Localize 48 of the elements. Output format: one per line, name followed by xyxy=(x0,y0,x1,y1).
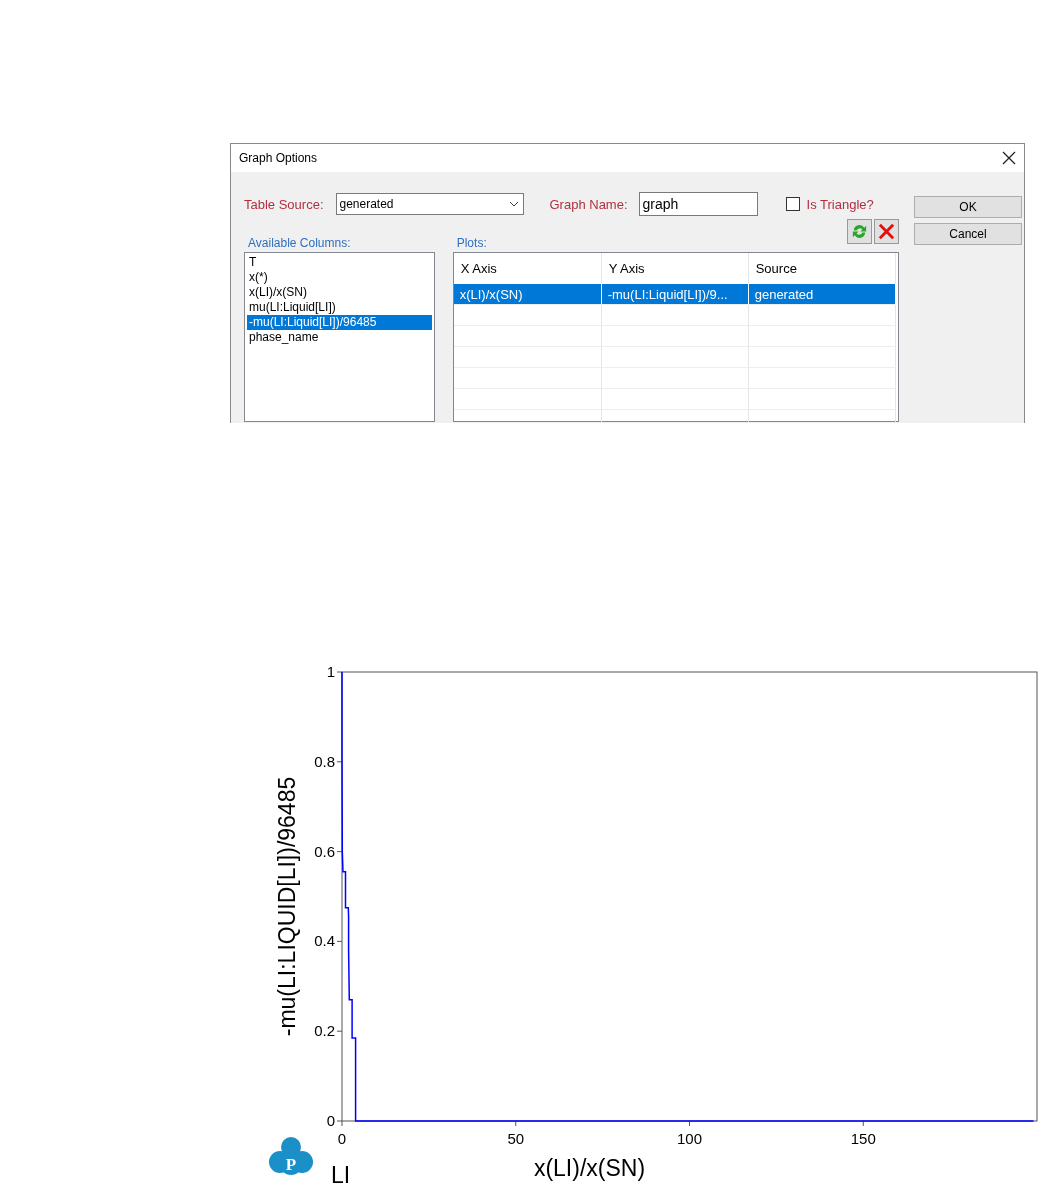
refresh-icon xyxy=(850,222,869,241)
dialog-button[interactable]: Cancel xyxy=(914,223,1022,245)
section-label: Plots: xyxy=(456,236,488,250)
series-label: LI xyxy=(331,1162,351,1188)
table-source-dropdown[interactable]: generated xyxy=(335,193,524,215)
caret-icon xyxy=(508,201,519,207)
section-label: Available Columns: xyxy=(248,236,352,250)
table-cell[interactable]: x(LI)/x(SN) xyxy=(453,284,602,305)
x-tick xyxy=(862,1120,864,1127)
list-item[interactable]: T xyxy=(247,255,432,270)
dialog-button[interactable]: OK xyxy=(914,196,1022,218)
list-item[interactable]: -mu(LI:Liquid[LI])/96485 xyxy=(247,315,432,330)
tick-label: 0.2 xyxy=(314,1022,335,1040)
tick-label: 0 xyxy=(337,1130,347,1147)
y-tick xyxy=(336,940,343,942)
tick-label: 0.8 xyxy=(314,752,335,770)
list-item[interactable]: x(LI)/x(SN) xyxy=(247,285,432,300)
y-tick xyxy=(336,1030,343,1032)
x-axis-title: x(LI)/x(SN) xyxy=(533,1155,646,1181)
y-axis-title: -mu(LI:LIQUID[LI])/96485 xyxy=(274,776,300,1037)
y-tick xyxy=(336,1120,343,1122)
graph-name-field[interactable]: graph xyxy=(638,192,758,216)
close-icon xyxy=(877,222,896,241)
y-tick xyxy=(336,851,343,853)
delete-button[interactable] xyxy=(874,219,899,244)
tick-label: 0.4 xyxy=(314,932,335,950)
field-label: Table Source: xyxy=(244,196,324,212)
close-icon[interactable] xyxy=(1002,151,1016,165)
window-title: Graph Options xyxy=(239,151,318,165)
x-tick xyxy=(689,1120,690,1127)
tick-label: 1 xyxy=(326,663,335,680)
tick-label: 150 xyxy=(850,1130,876,1147)
x-tick xyxy=(341,1120,343,1127)
checkbox-label: Is Triangle? xyxy=(806,196,874,212)
list-item[interactable]: x(*) xyxy=(247,270,432,285)
field-label: Graph Name: xyxy=(549,196,628,212)
list-item[interactable]: phase_name xyxy=(247,330,432,345)
list-item[interactable]: mu(LI:Liquid[LI]) xyxy=(247,300,432,315)
table-cell[interactable]: -mu(LI:Liquid[LI])/9... xyxy=(601,284,749,305)
y-tick xyxy=(336,761,343,763)
tick-label: 50 xyxy=(507,1130,525,1147)
tick-label: 0.6 xyxy=(314,842,335,860)
tick-label: 100 xyxy=(677,1130,702,1147)
x-tick xyxy=(515,1120,517,1127)
y-tick xyxy=(336,671,343,673)
table-cell[interactable]: generated xyxy=(748,284,896,305)
tick-label: 0 xyxy=(326,1112,335,1129)
triangle-checkbox[interactable] xyxy=(785,197,800,211)
